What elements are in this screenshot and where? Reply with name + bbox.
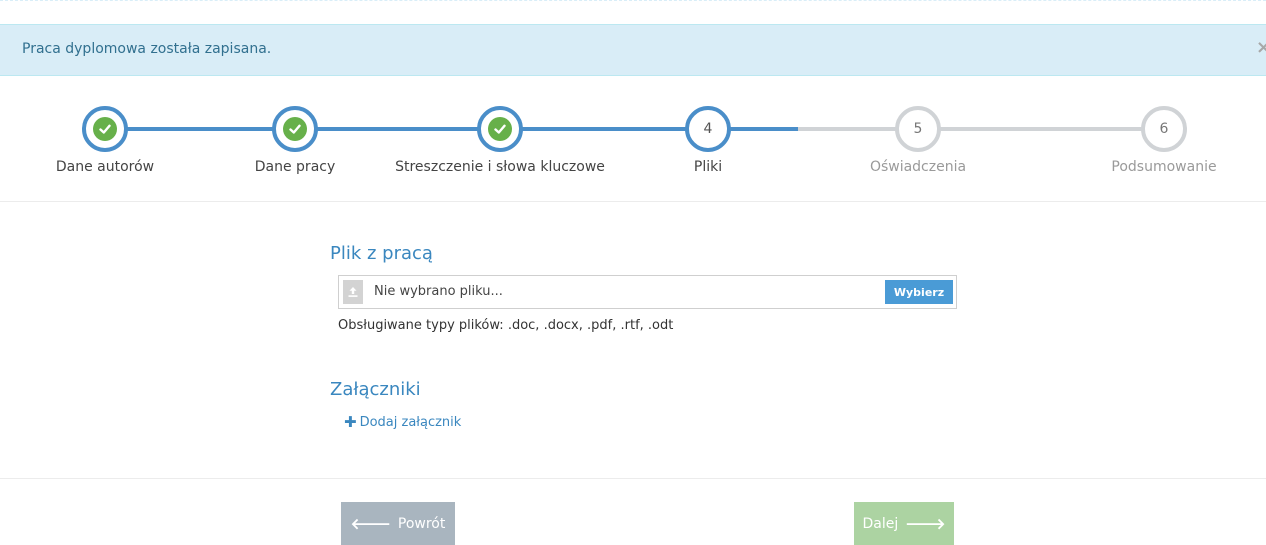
back-button-label: Powrót [397, 515, 446, 532]
stepper-divider [0, 201, 1266, 202]
step-podsumowanie[interactable]: 6 Podsumowanie [1034, 96, 1266, 175]
check-icon [283, 117, 307, 141]
step-circle [272, 106, 318, 152]
arrow-left-icon: 🡐 [350, 515, 391, 533]
progress-stepper: Dane autorów Dane pracy Streszczenie i s… [0, 96, 1266, 206]
next-button-label: Dalej [862, 515, 899, 532]
next-button[interactable]: Dalej 🡒 [854, 502, 954, 545]
upload-icon [343, 280, 363, 304]
check-icon [93, 117, 117, 141]
file-upload-field[interactable]: Nie wybrano pliku... Wybierz [338, 275, 957, 309]
step-label: Oświadczenia [869, 159, 967, 175]
step-circle [82, 106, 128, 152]
alert-message: Praca dyplomowa została zapisana. [22, 41, 272, 57]
check-icon [488, 117, 512, 141]
step-circle [477, 106, 523, 152]
form-divider [0, 478, 1266, 479]
step-label: Podsumowanie [1111, 159, 1217, 175]
file-section-title: Plik z pracą [330, 243, 433, 264]
file-types-help: Obsługiwane typy plików: .doc, .docx, .p… [338, 318, 674, 333]
alert-close-button[interactable]: × [1256, 37, 1266, 58]
step-circle: 6 [1141, 106, 1187, 152]
add-attachment-link[interactable]: ✚ Dodaj załącznik [344, 413, 461, 431]
file-placeholder: Nie wybrano pliku... [374, 284, 503, 299]
plus-icon: ✚ [344, 413, 357, 431]
step-circle: 5 [895, 106, 941, 152]
step-oswiadczenia[interactable]: 5 Oświadczenia [788, 96, 1048, 175]
success-alert: Praca dyplomowa została zapisana. × [0, 24, 1266, 76]
arrow-right-icon: 🡒 [905, 515, 946, 533]
attachments-title: Załączniki [330, 379, 421, 400]
back-button[interactable]: 🡐 Powrót [341, 502, 455, 545]
top-divider [0, 0, 1266, 2]
add-attachment-label: Dodaj załącznik [359, 414, 462, 430]
choose-file-button[interactable]: Wybierz [885, 280, 953, 304]
step-circle: 4 [685, 106, 731, 152]
